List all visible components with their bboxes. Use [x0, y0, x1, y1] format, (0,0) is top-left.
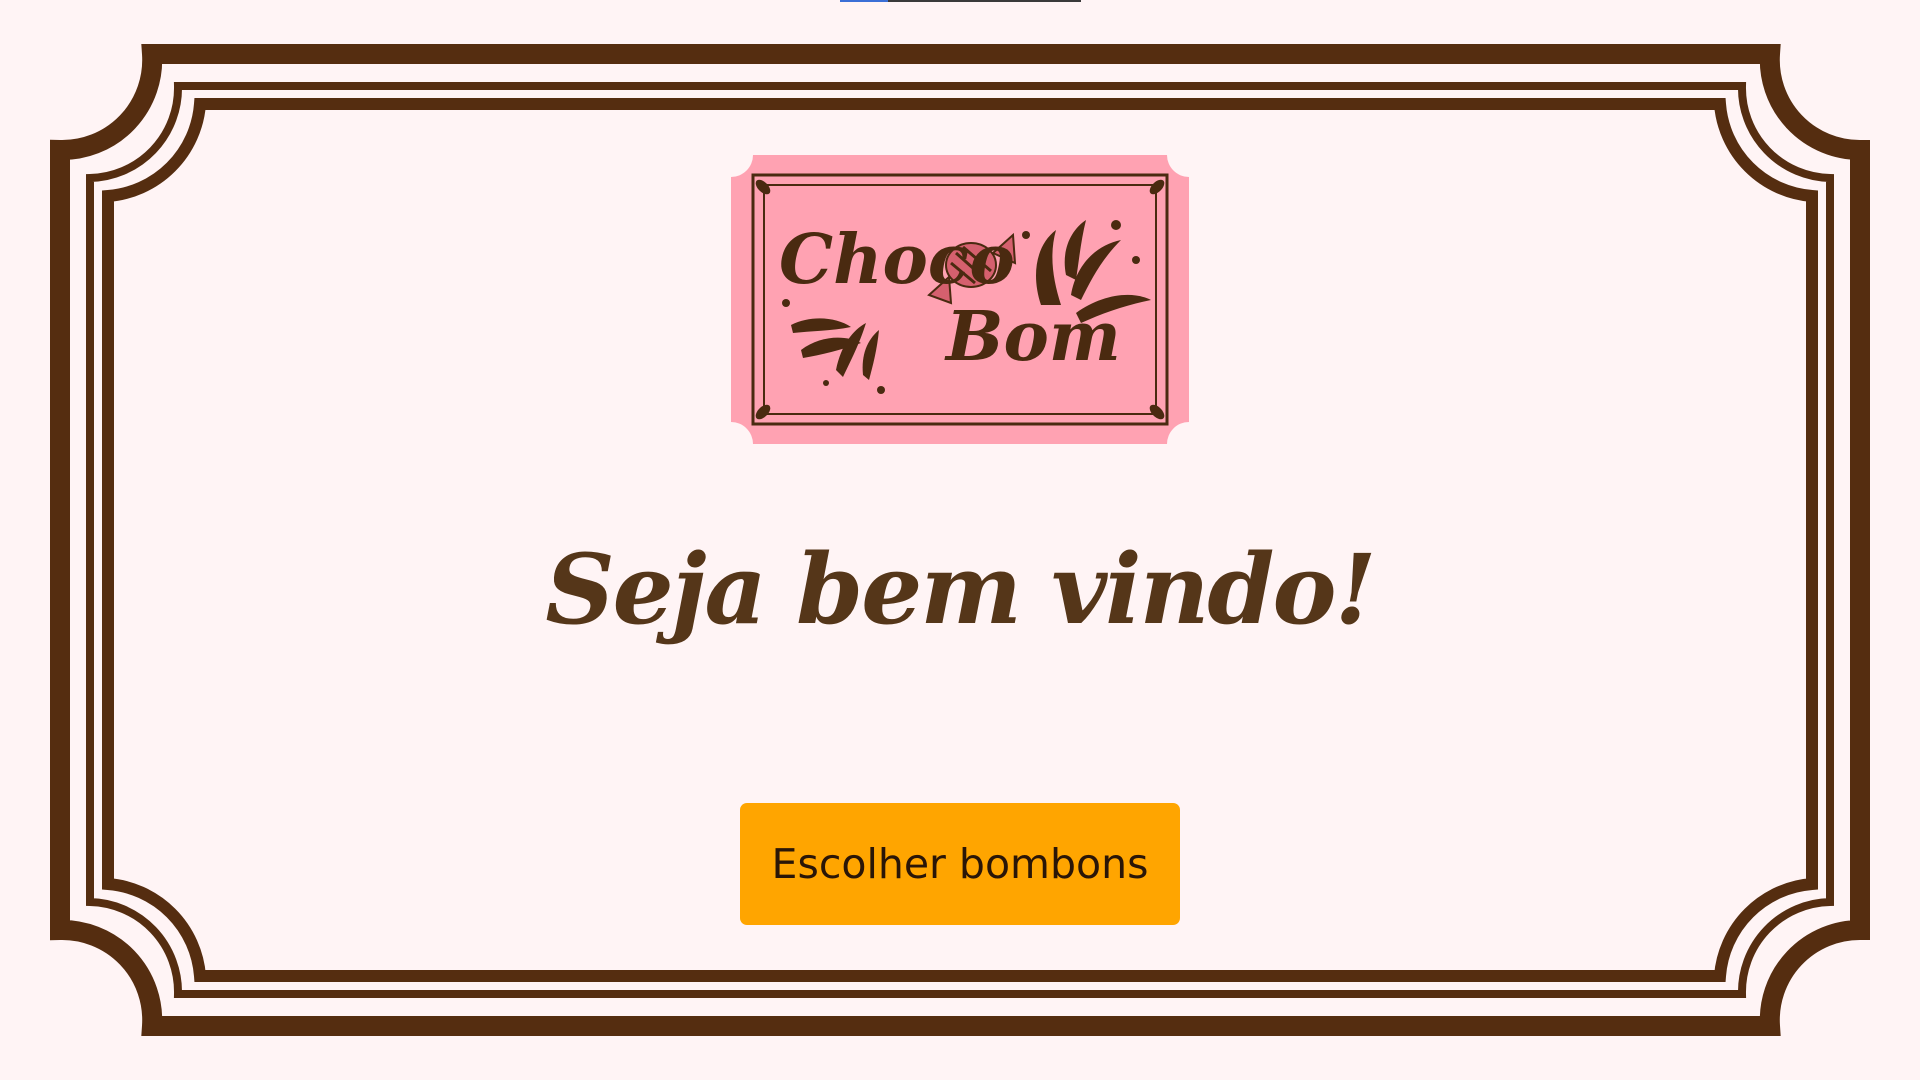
welcome-heading: Seja bem vindo! — [545, 533, 1376, 646]
chocobom-logo: Choco Bom — [731, 155, 1189, 444]
choose-bonbons-button[interactable]: Escolher bombons — [740, 803, 1180, 925]
logo-text-line1: Choco — [779, 220, 1015, 300]
welcome-page: Choco Bom Seja bem vindo! Escolher bombo… — [0, 0, 1920, 1080]
logo-text-line2: Bom — [944, 297, 1121, 377]
